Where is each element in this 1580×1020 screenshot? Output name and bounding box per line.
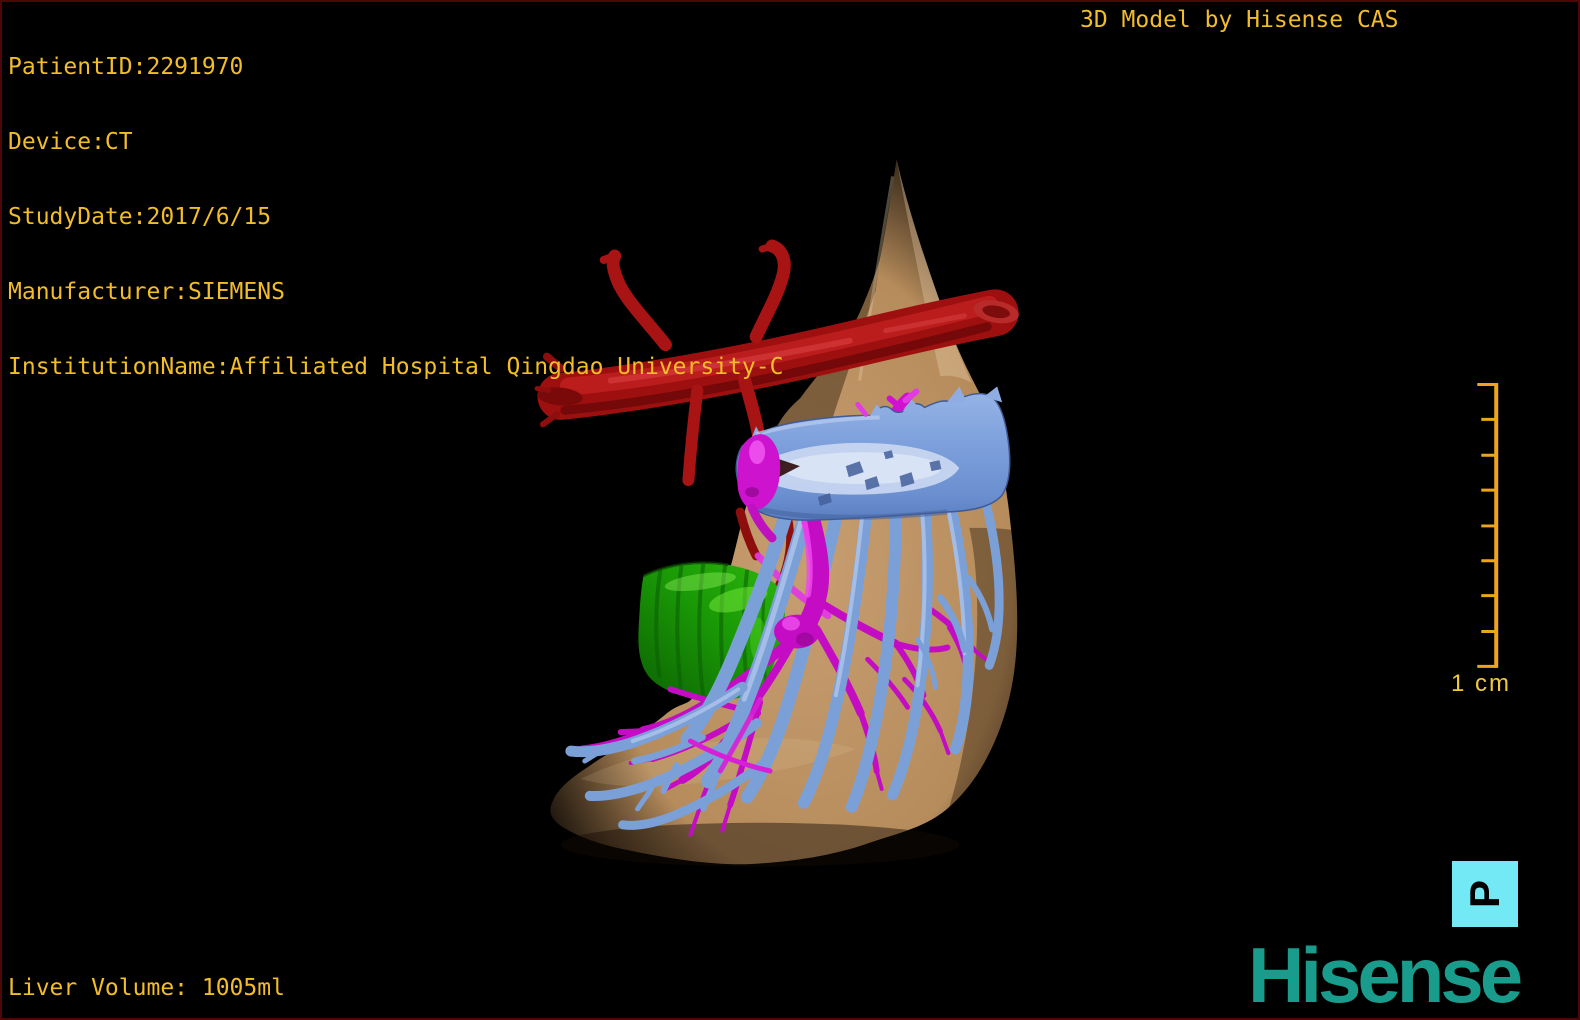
liver-volume-text: Liver Volume: 1005ml: [8, 975, 285, 1001]
institution-text: InstitutionName:Affiliated Hospital Qing…: [8, 354, 784, 380]
study-date-text: StudyDate:2017/6/15: [8, 204, 272, 230]
scale-ruler: [1477, 383, 1499, 668]
patient-info-overlay: PatientID:2291970 Device:CT StudyDate:20…: [8, 5, 783, 430]
watermark-title: 3D Model by Hisense CAS: [1080, 7, 1399, 33]
orientation-letter: P: [1460, 879, 1508, 909]
cas-3d-viewer-window: PatientID:2291970 Device:CT StudyDate:20…: [0, 0, 1580, 1020]
manufacturer-text: Manufacturer:SIEMENS: [8, 279, 285, 305]
orientation-p-marker: P: [1452, 861, 1518, 927]
device-text: Device:CT: [8, 129, 133, 155]
patient-id-text: PatientID:2291970: [8, 54, 244, 80]
hisense-logo: Hisense: [1248, 931, 1523, 1019]
scale-bar-label: 1 cm: [1451, 670, 1512, 697]
